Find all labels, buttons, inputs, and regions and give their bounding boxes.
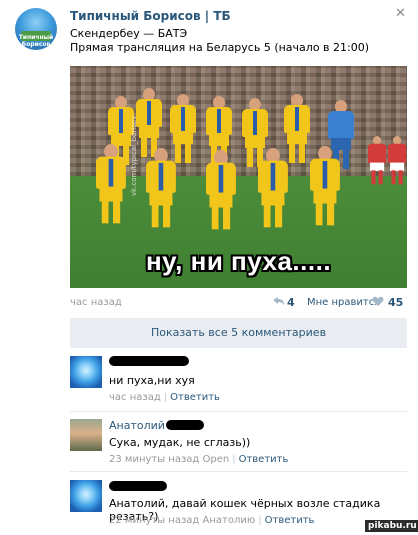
- show-all-comments-button[interactable]: Показать все 5 комментариев: [70, 318, 407, 348]
- like-count[interactable]: 45: [388, 296, 403, 309]
- comment-meta: час назад | Ответить: [109, 392, 220, 403]
- comment-meta: 23 минуты назад Open | Ответить: [109, 454, 289, 465]
- post-text-line-1: Скендербеу — БАТЭ: [70, 27, 188, 40]
- comment-author[interactable]: Анатолий: [109, 419, 165, 432]
- share-icon[interactable]: [272, 296, 285, 306]
- reply-link[interactable]: Ответить: [170, 392, 220, 403]
- redacted-author-surname: [166, 420, 204, 430]
- heart-icon[interactable]: [372, 296, 384, 307]
- post-time[interactable]: час назад: [70, 297, 122, 308]
- comment-avatar[interactable]: [70, 480, 102, 512]
- like-label[interactable]: Мне нравится: [307, 297, 380, 308]
- comment-divider: [70, 411, 407, 412]
- comment-time[interactable]: 22 минуты назад Анатолию: [109, 515, 255, 526]
- comment-text: Сука, мудак, не сглазь)): [109, 436, 251, 449]
- post-text: Скендербеу — БАТЭ Прямая трансляция на Б…: [70, 27, 369, 55]
- group-name[interactable]: Типичный Борисов | ТБ: [70, 9, 231, 23]
- comment-meta: 22 минуты назад Анатолию | Ответить: [109, 515, 315, 526]
- comment-text: ни пуха,ни хуя: [109, 374, 195, 387]
- group-avatar[interactable]: Типичный Борисов: [15, 8, 57, 50]
- comment-time[interactable]: час назад: [109, 392, 161, 403]
- comment: Анатолий Сука, мудак, не сглазь)) 23 мин…: [70, 411, 407, 469]
- comment: Анатолий, давай кошек чёрных возле стади…: [70, 471, 407, 531]
- comment-avatar[interactable]: [70, 356, 102, 388]
- avatar-logo-text: Типичный Борисов: [18, 34, 54, 48]
- share-count[interactable]: 4: [287, 296, 295, 309]
- redacted-author-name: [109, 481, 167, 491]
- photo-watermark: vk.com/typical_borisov: [130, 115, 138, 196]
- close-icon[interactable]: ✕: [395, 6, 406, 21]
- redacted-author-name: [109, 356, 189, 366]
- post-photo[interactable]: vk.com/typical_borisov ну, ни пуха.....: [70, 66, 407, 288]
- comment-time[interactable]: 23 минуты назад Open: [109, 454, 229, 465]
- reply-link[interactable]: Ответить: [265, 515, 315, 526]
- image-caption: ну, ни пуха.....: [145, 246, 332, 276]
- comment-avatar[interactable]: [70, 419, 102, 451]
- reply-link[interactable]: Ответить: [239, 454, 289, 465]
- comment: ни пуха,ни хуя час назад | Ответить: [70, 354, 407, 408]
- comment-divider: [70, 471, 407, 472]
- pikabu-watermark: pikabu.ru: [365, 520, 418, 532]
- post-text-line-2: Прямая трансляция на Беларусь 5 (начало …: [70, 41, 370, 54]
